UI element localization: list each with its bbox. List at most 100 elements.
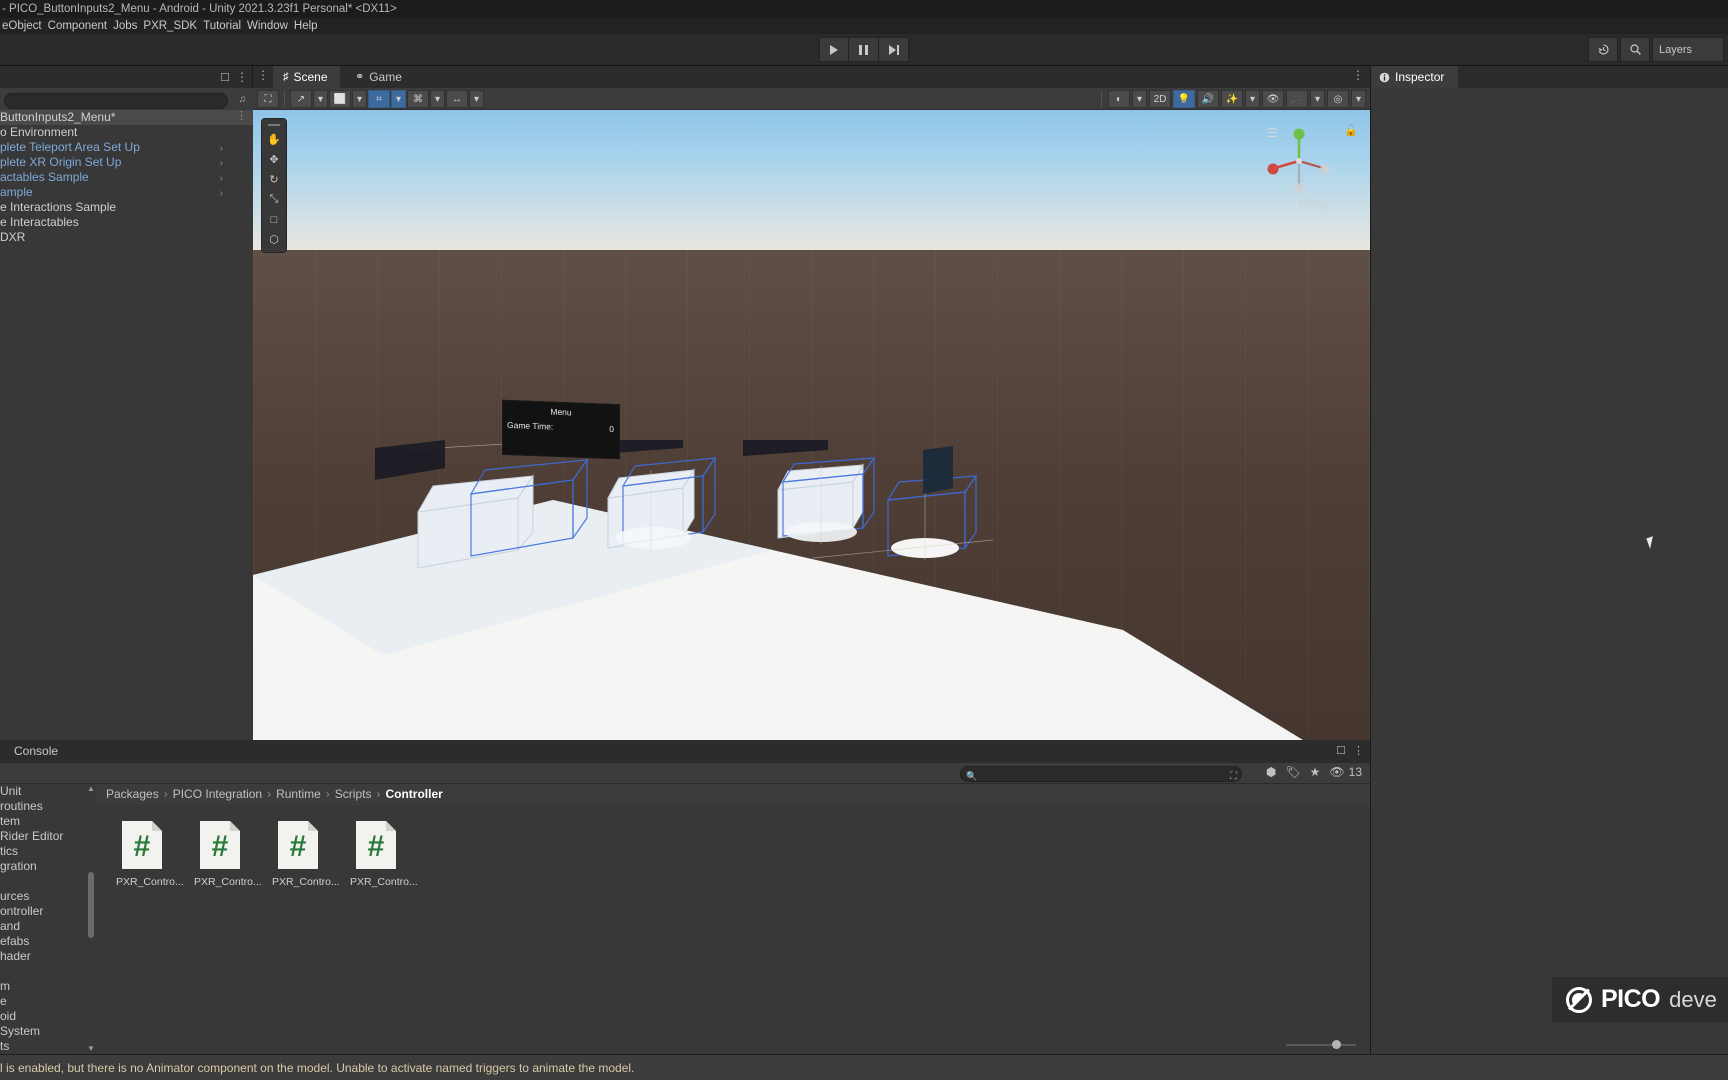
fx-dropdown-chevron-down-icon[interactable]: ▾ [1245, 90, 1260, 108]
hierarchy-tree[interactable]: ButtonInputs2_Menu* ⋮ o Environment plete T… [0, 110, 253, 740]
asset-item[interactable]: # PXR_Contro... [272, 819, 340, 888]
grid-visibility-toggle-chevron-down-icon[interactable]: ▾ [430, 90, 445, 108]
gizmos-dropdown-chevron-down-icon[interactable]: ▾ [1351, 90, 1366, 108]
hierarchy-row[interactable]: o Environment [0, 125, 253, 140]
orientation-gizmo[interactable] [1262, 124, 1336, 198]
hierarchy-kebab-icon[interactable]: ⋮ [236, 70, 248, 84]
breadcrumb-item[interactable]: Runtime [276, 787, 321, 801]
move-tool[interactable]: ✥ [262, 150, 286, 169]
hierarchy-row[interactable]: DXR [0, 230, 253, 245]
scale-tool[interactable]: ⤡ [262, 190, 286, 209]
project-tree-row[interactable]: Unit [0, 784, 96, 799]
hierarchy-row[interactable]: e Interactions Sample [0, 200, 253, 215]
project-tree-row[interactable]: e [0, 994, 96, 1009]
tab-scene[interactable]: ♯ Scene [273, 66, 340, 88]
toggle-2d-button[interactable]: 2D [1149, 90, 1171, 108]
menu-item-eobject[interactable]: eObject [0, 18, 48, 34]
pivot-center-toggle[interactable]: ⬜ [329, 90, 351, 108]
menu-item-help[interactable]: Help [294, 18, 324, 34]
pause-button[interactable] [849, 37, 879, 62]
scene-viewport[interactable]: Menu Game Time: 0 ✋ ✥ ↻ ⤡ □ ⬡ ☰ 🔓 Persp [253, 110, 1370, 740]
project-tree-row[interactable]: efabs [0, 934, 96, 949]
package-filter-icon[interactable]: ⬢ [1266, 765, 1276, 779]
project-folder-tree[interactable]: Unit routines tem Rider Editor tics gration u… [0, 784, 96, 1054]
asset-item[interactable]: # PXR_Contro... [194, 819, 262, 888]
project-tree-row[interactable]: tem [0, 814, 96, 829]
menu-item-window[interactable]: Window [247, 18, 294, 34]
project-tree-row[interactable]: urces [0, 889, 96, 904]
grid-snapping-toggle-chevron-down-icon[interactable]: ▾ [391, 90, 406, 108]
tab-console[interactable]: Console [4, 740, 68, 763]
project-tree-row[interactable]: ontroller [0, 904, 96, 919]
menu-item-component[interactable]: Component [48, 18, 113, 34]
hierarchy-search-input[interactable] [4, 93, 228, 109]
breadcrumb-item[interactable]: Packages [106, 787, 159, 801]
project-tree-row[interactable]: m [0, 979, 96, 994]
project-tree-row[interactable]: Rider Editor [0, 829, 96, 844]
project-tree-row[interactable]: gration [0, 859, 96, 874]
overlay-drag-handle[interactable] [262, 121, 286, 129]
hierarchy-filter-icon[interactable]: ♫ [239, 94, 247, 105]
global-search-button[interactable] [1620, 37, 1650, 62]
scene-ruler-toggle-chevron-down-icon[interactable]: ▾ [469, 90, 484, 108]
transform-tool[interactable]: ⬡ [262, 230, 286, 249]
shading-mode-dropdown[interactable]: ◐ [1108, 90, 1130, 108]
rect-tool[interactable]: □ [262, 210, 286, 229]
fx-dropdown[interactable]: ✨ [1221, 90, 1243, 108]
project-tree-row[interactable]: tics [0, 844, 96, 859]
menu-item-tutorial[interactable]: Tutorial [203, 18, 247, 34]
scrollbar-thumb[interactable] [88, 872, 94, 938]
search-expand-icon[interactable]: ⛶ [1230, 769, 1237, 784]
undo-history-button[interactable] [1588, 37, 1618, 62]
hierarchy-expand-arrow-icon[interactable]: › [220, 171, 223, 186]
scene-visibility-toggle[interactable]: 👁 [1262, 90, 1284, 108]
shading-mode-dropdown-chevron-down-icon[interactable]: ▾ [1132, 90, 1147, 108]
breadcrumb-item[interactable]: PICO Integration [173, 787, 262, 801]
grid-snapping-toggle[interactable]: ⌗ [368, 90, 390, 108]
hierarchy-row-kebab-icon[interactable]: ⋮ [236, 110, 247, 124]
console-maximize-icon[interactable]: ☐ [1336, 744, 1346, 757]
hierarchy-row[interactable]: ButtonInputs2_Menu* ⋮ [0, 110, 253, 125]
scene-panel-kebab-icon[interactable]: ⋮ [257, 68, 269, 82]
scene-audio-toggle[interactable]: 🔊 [1197, 90, 1219, 108]
hierarchy-row[interactable]: plete Teleport Area Set Up › [0, 140, 253, 155]
breadcrumb-item[interactable]: Controller [385, 787, 442, 801]
slider-knob[interactable] [1332, 1040, 1341, 1049]
hierarchy-row[interactable]: plete XR Origin Set Up › [0, 155, 253, 170]
tab-inspector[interactable]: Inspector [1371, 66, 1459, 88]
scene-lighting-toggle[interactable]: 💡 [1173, 90, 1195, 108]
hierarchy-maximize-icon[interactable]: ☐ [220, 71, 230, 84]
hierarchy-expand-arrow-icon[interactable]: › [220, 186, 223, 201]
step-button[interactable] [879, 37, 909, 62]
play-button[interactable] [819, 37, 849, 62]
favorites-icon[interactable]: ★ [1310, 765, 1321, 779]
asset-item[interactable]: # PXR_Contro... [350, 819, 418, 888]
console-kebab-icon[interactable]: ⋮ [1353, 744, 1364, 757]
pivot-rotation-toggle-chevron-down-icon[interactable]: ▾ [313, 90, 328, 108]
scene-ruler-toggle[interactable]: ↔ [446, 90, 468, 108]
project-search-input[interactable]: 🔍 ⛶ [960, 766, 1242, 782]
scene-lock-icon[interactable]: 🔓 [1344, 124, 1358, 137]
menu-item-jobs[interactable]: Jobs [113, 18, 143, 34]
hand-tool[interactable]: ✋ [262, 130, 286, 149]
hierarchy-expand-arrow-icon[interactable]: › [220, 141, 223, 156]
gizmos-dropdown[interactable]: ◎ [1327, 90, 1349, 108]
status-bar[interactable]: l is enabled, but there is no Animator c… [0, 1054, 1728, 1080]
breadcrumb-item[interactable]: Scripts [335, 787, 372, 801]
layers-dropdown[interactable]: Layers [1652, 37, 1724, 62]
project-tree-row[interactable]: routines [0, 799, 96, 814]
gizmo-projection-label[interactable]: Persp [1299, 198, 1328, 210]
hidden-packages-icon[interactable]: 👁 [1329, 765, 1344, 779]
tab-game[interactable]: ⚭ Game [345, 66, 414, 88]
camera-settings-dropdown-chevron-down-icon[interactable]: ▾ [1310, 90, 1325, 108]
project-tree-row[interactable]: oid [0, 1009, 96, 1024]
label-filter-icon[interactable]: 🏷 [1285, 765, 1300, 779]
project-tree-scrollbar[interactable]: ▲ ▼ [87, 784, 95, 1054]
scroll-up-icon[interactable]: ▲ [87, 784, 95, 794]
asset-item[interactable]: # PXR_Contro... [116, 819, 184, 888]
pivot-rotation-toggle[interactable]: ↗ [290, 90, 312, 108]
pivot-center-toggle-chevron-down-icon[interactable]: ▾ [352, 90, 367, 108]
project-tree-row[interactable]: hader [0, 949, 96, 964]
menu-item-pxr-sdk[interactable]: PXR_SDK [143, 18, 203, 34]
rotate-tool[interactable]: ↻ [262, 170, 286, 189]
